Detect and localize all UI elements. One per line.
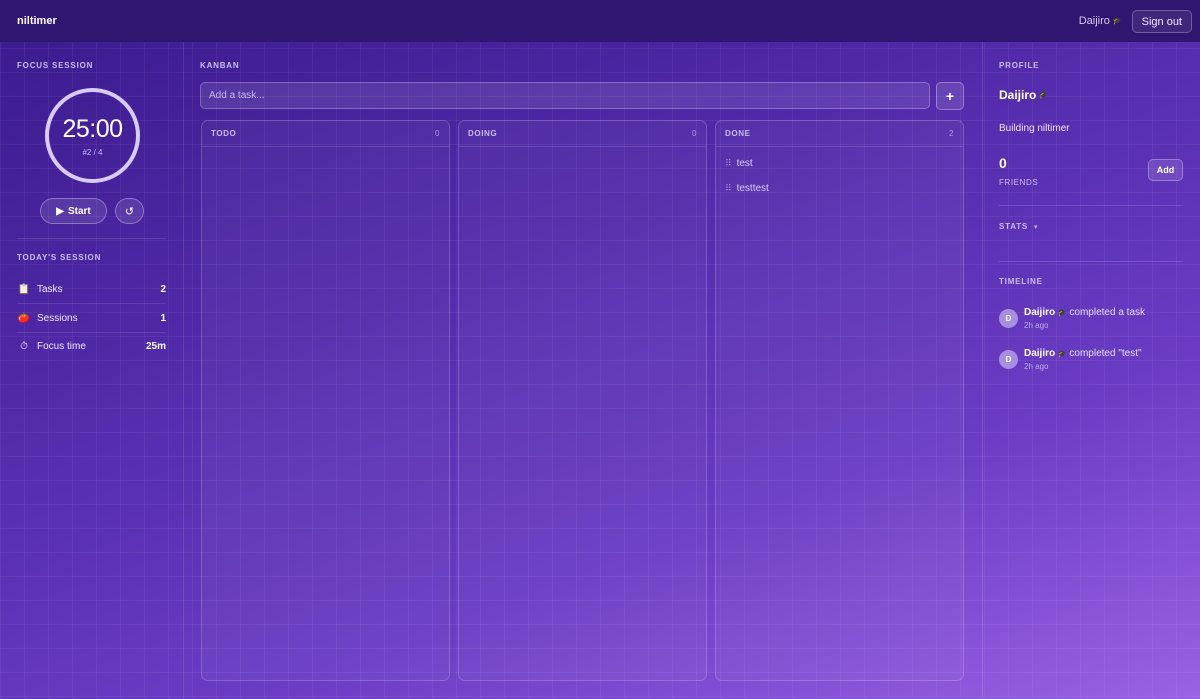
- timeline-action: completed a task: [1069, 307, 1146, 318]
- focus-panel: FOCUS SESSION 25:00 #2 / 4 ▶ Start ↺ TOD…: [0, 42, 184, 699]
- timeline-title: TIMELINE: [999, 277, 1043, 286]
- todays-session-title: TODAY'S SESSION: [17, 253, 102, 262]
- stat-row-focus-time: ⏱ Focus time 25m: [17, 332, 166, 361]
- column-title: DOING: [468, 129, 498, 138]
- column-header: DONE 2: [716, 121, 963, 147]
- grad-cap-icon: 🎓: [1039, 92, 1049, 99]
- stat-label: Tasks: [37, 283, 63, 295]
- kanban-panel: KANBAN + TODO 0 DOING 0 DONE 2 ⠿ test ⠿ …: [184, 42, 982, 699]
- profile-name: Daijiro 🎓: [999, 88, 1048, 102]
- task-card[interactable]: ⠿ testtest: [725, 179, 954, 197]
- focus-session-title: FOCUS SESSION: [17, 61, 94, 70]
- reset-icon: ↺: [124, 205, 135, 218]
- kanban-column-doing[interactable]: DOING 0: [458, 120, 707, 681]
- start-button[interactable]: ▶ Start: [40, 198, 107, 224]
- divider: [17, 238, 166, 239]
- top-bar: niltimer Daijiro 🎓 Sign out: [0, 0, 1200, 42]
- friends-count: 0: [999, 155, 1007, 171]
- profile-status: Building niltimer: [999, 123, 1070, 134]
- tomato-icon: 🍅: [17, 312, 31, 324]
- clipboard-icon: 📋: [17, 283, 31, 295]
- column-header: TODO 0: [202, 121, 449, 147]
- column-title: DONE: [725, 129, 751, 138]
- stat-row-tasks: 📋 Tasks 2: [17, 275, 166, 304]
- sign-out-button[interactable]: Sign out: [1131, 9, 1192, 33]
- reset-button[interactable]: ↺: [115, 198, 144, 224]
- timer-ring: 25:00 #2 / 4: [45, 88, 140, 183]
- timeline-user[interactable]: Daijiro: [1024, 348, 1055, 359]
- grad-cap-icon: 🎓: [1057, 351, 1067, 358]
- add-friend-button[interactable]: Add: [1148, 159, 1183, 181]
- friends-label: FRIENDS: [999, 178, 1039, 187]
- start-label: Start: [67, 205, 91, 217]
- timeline-item: D Daijiro 🎓 completed a task 2h ago: [999, 306, 1183, 340]
- timeline-text: Daijiro 🎓 completed "test": [1024, 348, 1142, 359]
- current-user: Daijiro 🎓: [1079, 15, 1122, 27]
- current-user-name: Daijiro: [1078, 15, 1110, 27]
- profile-name-text: Daijiro: [999, 88, 1037, 102]
- add-task-button[interactable]: +: [936, 82, 964, 110]
- avatar: D: [999, 350, 1018, 369]
- task-title: test: [736, 157, 753, 169]
- kanban-column-done[interactable]: DONE 2 ⠿ test ⠿ testtest: [715, 120, 964, 681]
- kanban-column-todo[interactable]: TODO 0: [201, 120, 450, 681]
- play-icon: ▶: [56, 205, 64, 217]
- column-count: 0: [691, 129, 697, 138]
- task-title: testtest: [736, 182, 769, 194]
- app-logo: niltimer: [17, 15, 57, 27]
- grad-cap-icon: 🎓: [1057, 310, 1067, 317]
- stat-value: 25m: [145, 341, 166, 352]
- stat-label: Sessions: [37, 312, 78, 324]
- column-header: DOING 0: [459, 121, 706, 147]
- add-task-input[interactable]: [200, 82, 930, 109]
- stat-value: 2: [160, 283, 166, 295]
- divider: [999, 205, 1183, 206]
- stat-value: 1: [160, 312, 166, 324]
- stat-row-sessions: 🍅 Sessions 1: [17, 304, 166, 333]
- timer-display: 25:00: [62, 114, 123, 143]
- timeline-user[interactable]: Daijiro: [1024, 307, 1055, 318]
- column-title: TODO: [211, 129, 237, 138]
- drag-handle-icon[interactable]: ⠿: [725, 183, 732, 194]
- avatar: D: [999, 309, 1018, 328]
- stopwatch-icon: ⏱: [20, 341, 28, 352]
- timeline-time: 2h ago: [1024, 362, 1049, 371]
- drag-handle-icon[interactable]: ⠿: [725, 158, 732, 169]
- timeline-item: D Daijiro 🎓 completed "test" 2h ago: [999, 347, 1183, 381]
- task-card[interactable]: ⠿ test: [725, 154, 954, 172]
- timeline-text: Daijiro 🎓 completed a task: [1024, 307, 1145, 318]
- kanban-title: KANBAN: [200, 61, 240, 70]
- timeline-action: completed "test": [1069, 348, 1142, 359]
- stat-label: Focus time: [37, 341, 86, 352]
- divider: [999, 261, 1183, 262]
- profile-title: PROFILE: [999, 61, 1040, 70]
- session-counter: #2 / 4: [82, 147, 103, 157]
- grad-cap-icon: 🎓: [1112, 18, 1122, 25]
- topbar-right: Daijiro 🎓 Sign out: [1079, 9, 1192, 33]
- column-count: 2: [948, 129, 954, 138]
- column-count: 0: [434, 129, 440, 138]
- stats-label: STATS: [999, 222, 1029, 231]
- profile-panel: PROFILE Daijiro 🎓 Building niltimer 0 FR…: [982, 42, 1200, 699]
- chevron-down-icon: ▾: [1034, 223, 1038, 231]
- timeline-time: 2h ago: [1024, 321, 1049, 330]
- stats-toggle[interactable]: STATS ▾: [999, 222, 1038, 231]
